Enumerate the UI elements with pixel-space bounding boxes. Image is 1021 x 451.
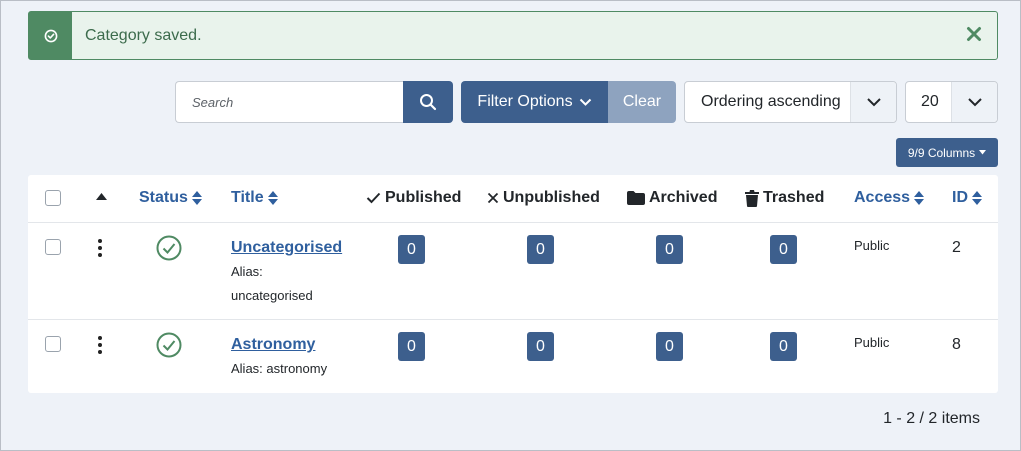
category-id: 2: [952, 239, 961, 256]
trash-icon: [745, 189, 759, 207]
category-title-link[interactable]: Uncategorised: [231, 239, 342, 257]
sort-asc-icon: [96, 193, 107, 200]
unpublished-count-badge[interactable]: 0: [527, 235, 554, 264]
categories-table: Status Title Published Unpublished Archi…: [28, 175, 998, 393]
published-check-icon[interactable]: [156, 332, 182, 358]
header-divider: [28, 222, 998, 223]
title-column-header[interactable]: Title: [231, 189, 278, 207]
filter-options-label: Filter Options: [477, 93, 573, 110]
times-icon: [487, 192, 499, 204]
row-divider: [28, 319, 998, 320]
pagination-info: 1 - 2 / 2 items: [883, 410, 980, 427]
archived-column-header: Archived: [627, 189, 717, 207]
alert-icon-box: [29, 12, 72, 59]
archived-header-label: Archived: [649, 189, 718, 206]
sort-icon: [972, 191, 982, 205]
alert-message: Category saved.: [85, 26, 202, 44]
ordering-select-caret: [850, 82, 896, 122]
caret-down-icon: [979, 150, 987, 155]
select-all-checkbox[interactable]: [45, 190, 61, 206]
alias-value: uncategorised: [231, 288, 313, 303]
trashed-column-header: Trashed: [745, 189, 824, 207]
access-column-header[interactable]: Access: [854, 189, 925, 207]
alias-label: Alias:: [231, 264, 263, 279]
title-header-label: Title: [231, 189, 264, 206]
row-checkbox[interactable]: [45, 239, 61, 255]
ordering-sort-header[interactable]: [96, 193, 107, 200]
filter-options-button[interactable]: Filter Options: [461, 81, 608, 123]
clear-button[interactable]: Clear: [608, 81, 676, 123]
check-circle-icon: [44, 29, 57, 42]
access-header-label: Access: [854, 189, 911, 206]
sort-icon: [914, 191, 925, 205]
folder-icon: [627, 191, 645, 205]
search-button[interactable]: [403, 81, 453, 123]
published-count-badge[interactable]: 0: [398, 235, 425, 264]
unpublished-header-label: Unpublished: [503, 189, 600, 206]
search-icon: [420, 94, 437, 111]
trashed-count-badge[interactable]: 0: [770, 332, 797, 361]
row-checkbox[interactable]: [45, 336, 61, 352]
chevron-down-icon: [866, 98, 881, 107]
archived-count-badge[interactable]: 0: [656, 235, 683, 264]
row-actions-kebab-icon[interactable]: [96, 239, 104, 257]
published-header-label: Published: [385, 189, 462, 206]
ordering-select[interactable]: Ordering ascending: [684, 81, 897, 123]
category-id: 8: [952, 336, 961, 353]
access-level: Public: [854, 238, 890, 253]
archived-count-badge[interactable]: 0: [656, 332, 683, 361]
access-level: Public: [854, 335, 890, 350]
published-column-header: Published: [366, 189, 461, 207]
id-header-label: ID: [952, 189, 968, 206]
id-column-header[interactable]: ID: [952, 189, 982, 207]
close-icon: [967, 27, 981, 41]
check-icon: [366, 192, 381, 204]
list-limit-caret: [951, 82, 997, 122]
clear-label: Clear: [622, 93, 662, 110]
ordering-select-value: Ordering ascending: [701, 93, 841, 110]
close-alert-button[interactable]: [963, 23, 985, 45]
row-actions-kebab-icon[interactable]: [96, 336, 104, 354]
status-header-label: Status: [139, 189, 188, 206]
status-column-header[interactable]: Status: [139, 189, 202, 207]
list-limit-select[interactable]: 20: [905, 81, 998, 123]
columns-dropdown-button[interactable]: 9/9 Columns: [896, 138, 998, 167]
published-check-icon[interactable]: [156, 235, 182, 261]
alias-text: Alias: astronomy: [231, 361, 328, 376]
search-input[interactable]: [175, 81, 404, 123]
columns-label: 9/9 Columns: [907, 145, 976, 160]
unpublished-column-header: Unpublished: [487, 189, 600, 207]
chevron-down-icon: [967, 98, 982, 107]
unpublished-count-badge[interactable]: 0: [527, 332, 554, 361]
success-alert: Category saved.: [28, 11, 998, 60]
trashed-count-badge[interactable]: 0: [770, 235, 797, 264]
sort-icon: [191, 191, 202, 205]
sort-icon: [267, 191, 278, 205]
published-count-badge[interactable]: 0: [398, 332, 425, 361]
list-limit-value: 20: [921, 93, 939, 110]
trashed-header-label: Trashed: [763, 189, 825, 206]
chevron-down-icon: [579, 98, 591, 106]
category-title-link[interactable]: Astronomy: [231, 336, 315, 354]
